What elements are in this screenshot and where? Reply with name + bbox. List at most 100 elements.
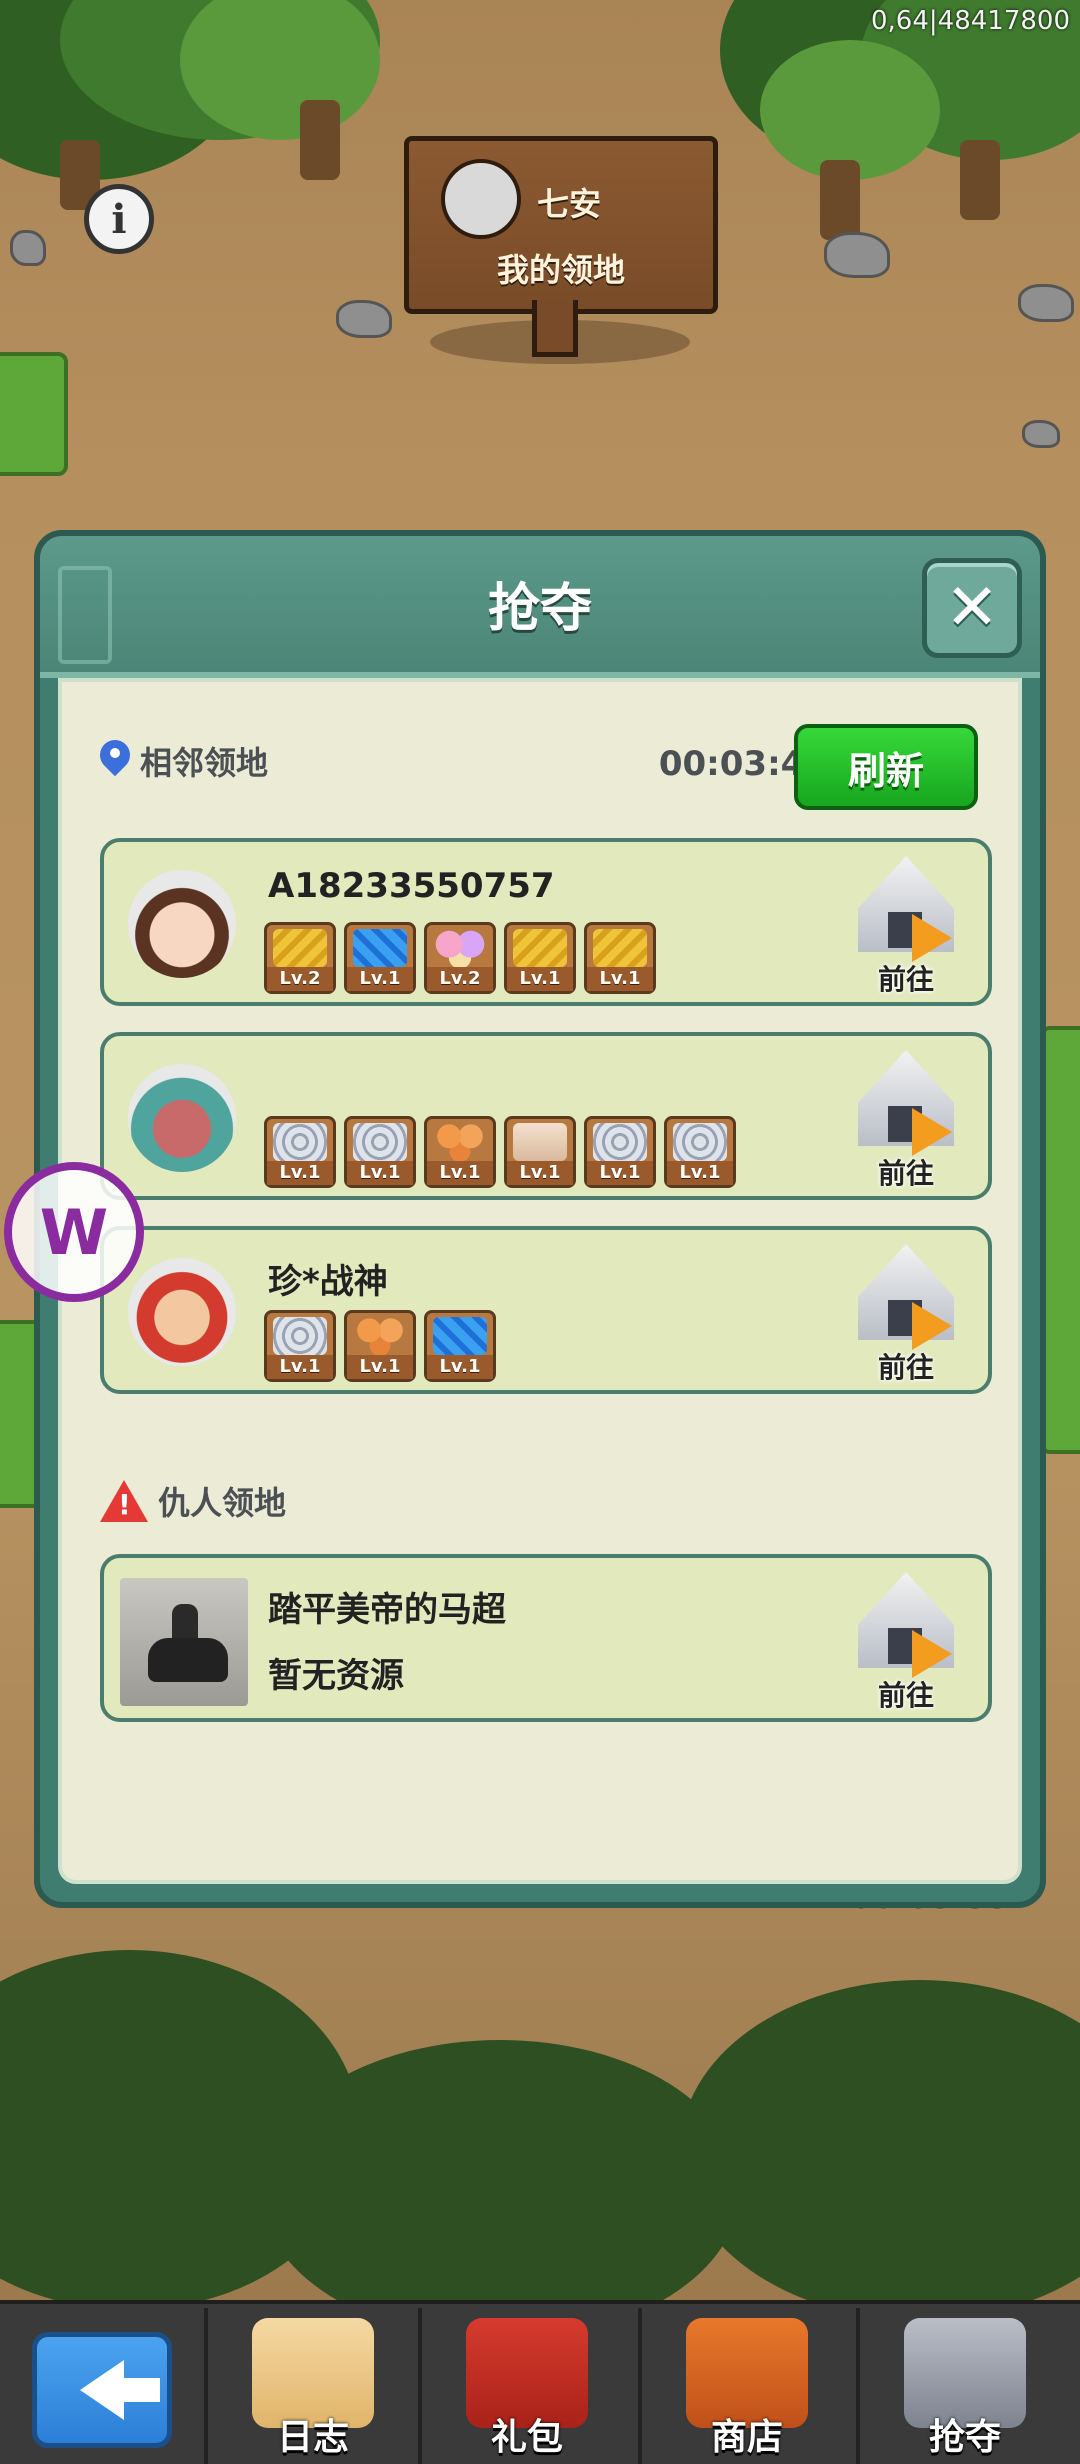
resource-level: Lv.1 bbox=[267, 1161, 333, 1185]
resource-level: Lv.1 bbox=[587, 967, 653, 991]
resource-gem: Lv.1 bbox=[344, 922, 416, 994]
no-resources-text: 暂无资源 bbox=[268, 1656, 404, 1696]
warning-icon: ! bbox=[100, 1480, 148, 1522]
player-avatar bbox=[128, 1064, 236, 1172]
territory-title: 我的领地 bbox=[496, 251, 625, 289]
resource-coin: Lv.1 bbox=[344, 1116, 416, 1188]
go-button[interactable]: 前往 bbox=[850, 852, 962, 998]
resource-level: Lv.1 bbox=[507, 1161, 573, 1185]
resource-orange: Lv.1 bbox=[344, 1310, 416, 1382]
player-avatar bbox=[128, 1258, 236, 1366]
resource-coin: Lv.1 bbox=[584, 1116, 656, 1188]
go-label: 前往 bbox=[877, 1351, 934, 1384]
bottom-nav: 日志 礼包 商店 抢夺 bbox=[0, 2300, 1080, 2464]
resource-list: Lv.2 Lv.1 Lv.2 Lv.1 Lv.1 bbox=[264, 922, 656, 994]
nav-label: 抢夺 bbox=[928, 2417, 1001, 2458]
neighbors-label: 相邻领地 bbox=[140, 744, 269, 782]
sign-post bbox=[532, 300, 578, 357]
player-name: 踏平美帝的马超 bbox=[268, 1590, 506, 1630]
arrow-right-icon bbox=[912, 1108, 952, 1156]
resource-level: Lv.1 bbox=[267, 1355, 333, 1379]
resource-orange: Lv.1 bbox=[424, 1116, 496, 1188]
rock bbox=[1022, 420, 1060, 448]
coin-icon bbox=[273, 1123, 327, 1161]
nav-label: 礼包 bbox=[490, 2417, 563, 2458]
arrow-right-icon bbox=[912, 1302, 952, 1350]
orange-icon bbox=[433, 1123, 487, 1161]
resource-level: Lv.1 bbox=[667, 1161, 733, 1185]
go-button[interactable]: 前往 bbox=[850, 1568, 962, 1714]
back-arrow-icon bbox=[80, 2360, 160, 2420]
back-button[interactable] bbox=[32, 2332, 172, 2448]
resource-level: Lv.1 bbox=[507, 967, 573, 991]
tree-trunk bbox=[820, 160, 860, 240]
resource-coin: Lv.1 bbox=[664, 1116, 736, 1188]
owner-name: 七安 bbox=[537, 185, 602, 223]
close-x-icon: ✕ bbox=[945, 571, 999, 645]
rock bbox=[10, 230, 46, 266]
player-avatar bbox=[128, 870, 236, 978]
tree-trunk bbox=[960, 140, 1000, 220]
bush bbox=[260, 2040, 740, 2340]
owner-avatar bbox=[441, 159, 521, 239]
coin-icon bbox=[593, 1123, 647, 1161]
player-name: A18233550757 bbox=[268, 866, 555, 906]
arrow-right-icon bbox=[912, 914, 952, 962]
nav-log[interactable]: 日志 bbox=[204, 2308, 418, 2464]
info-icon: i bbox=[111, 195, 127, 243]
resource-wheat: Lv.1 bbox=[504, 922, 576, 994]
go-label: 前往 bbox=[877, 1157, 934, 1190]
neighbors-header: 相邻领地 bbox=[100, 738, 268, 784]
resource-level: Lv.1 bbox=[587, 1161, 653, 1185]
status-id-text: 0,64|48417800 bbox=[871, 6, 1070, 36]
grass-tile bbox=[1040, 1026, 1080, 1454]
go-button[interactable]: 前往 bbox=[850, 1046, 962, 1192]
refresh-button[interactable]: 刷新 bbox=[794, 724, 978, 810]
resource-level: Lv.1 bbox=[347, 1355, 413, 1379]
dialog-header: 抢夺 ✕ bbox=[40, 536, 1040, 678]
rock bbox=[824, 232, 890, 278]
resource-level: Lv.2 bbox=[267, 967, 333, 991]
resource-level: Lv.2 bbox=[427, 967, 493, 991]
resource-level: Lv.1 bbox=[347, 1161, 413, 1185]
resource-coin: Lv.1 bbox=[264, 1310, 336, 1382]
resource-gem: Lv.1 bbox=[424, 1310, 496, 1382]
nav-rob[interactable]: 抢夺 bbox=[856, 2308, 1070, 2464]
nav-label: 日志 bbox=[276, 2417, 349, 2458]
info-button[interactable]: i bbox=[84, 184, 154, 254]
coin-icon bbox=[273, 1317, 327, 1355]
resource-coin: Lv.1 bbox=[264, 1116, 336, 1188]
tree-trunk bbox=[300, 100, 340, 180]
rock bbox=[1018, 284, 1074, 322]
enemy-card: 踏平美帝的马超 暂无资源 前往 bbox=[100, 1554, 992, 1722]
neighbor-card: Lv.1 Lv.1 Lv.1 Lv.1 Lv.1 Lv.1 前往 bbox=[100, 1032, 992, 1200]
wheat-icon bbox=[513, 929, 567, 967]
egg-icon bbox=[433, 929, 487, 967]
go-button[interactable]: 前往 bbox=[850, 1240, 962, 1386]
territory-sign[interactable]: 七安 我的领地 bbox=[404, 136, 718, 314]
resource-cloth: Lv.1 bbox=[504, 1116, 576, 1188]
rock bbox=[336, 300, 392, 338]
coin-icon bbox=[673, 1123, 727, 1161]
grass-tile bbox=[0, 352, 68, 476]
neighbor-card: A18233550757 Lv.2 Lv.1 Lv.2 Lv.1 Lv.1 前往 bbox=[100, 838, 992, 1006]
gem-icon bbox=[353, 929, 407, 967]
resource-level: Lv.1 bbox=[347, 967, 413, 991]
watermark-logo: W bbox=[4, 1162, 144, 1302]
close-button[interactable]: ✕ bbox=[922, 558, 1022, 658]
nav-shop[interactable]: 商店 bbox=[638, 2308, 852, 2464]
resource-level: Lv.1 bbox=[427, 1355, 493, 1379]
gem-icon bbox=[433, 1317, 487, 1355]
resource-level: Lv.1 bbox=[427, 1161, 493, 1185]
player-avatar-photo bbox=[120, 1578, 248, 1706]
nav-label: 商店 bbox=[710, 2417, 783, 2458]
enemies-header: ! 仇人领地 bbox=[100, 1478, 286, 1524]
resource-wheat: Lv.2 bbox=[264, 922, 336, 994]
neighbor-card: 珍*战神 Lv.1 Lv.1 Lv.1 前往 bbox=[100, 1226, 992, 1394]
resource-list: Lv.1 Lv.1 Lv.1 Lv.1 Lv.1 Lv.1 bbox=[264, 1116, 736, 1188]
enemies-label: 仇人领地 bbox=[158, 1484, 287, 1522]
tree bbox=[760, 40, 940, 180]
rob-dialog: 抢夺 ✕ 相邻领地 00:03:48 刷新 A18233550757 Lv.2 … bbox=[34, 530, 1046, 1908]
nav-gift[interactable]: 礼包 bbox=[418, 2308, 632, 2464]
coin-icon bbox=[353, 1123, 407, 1161]
